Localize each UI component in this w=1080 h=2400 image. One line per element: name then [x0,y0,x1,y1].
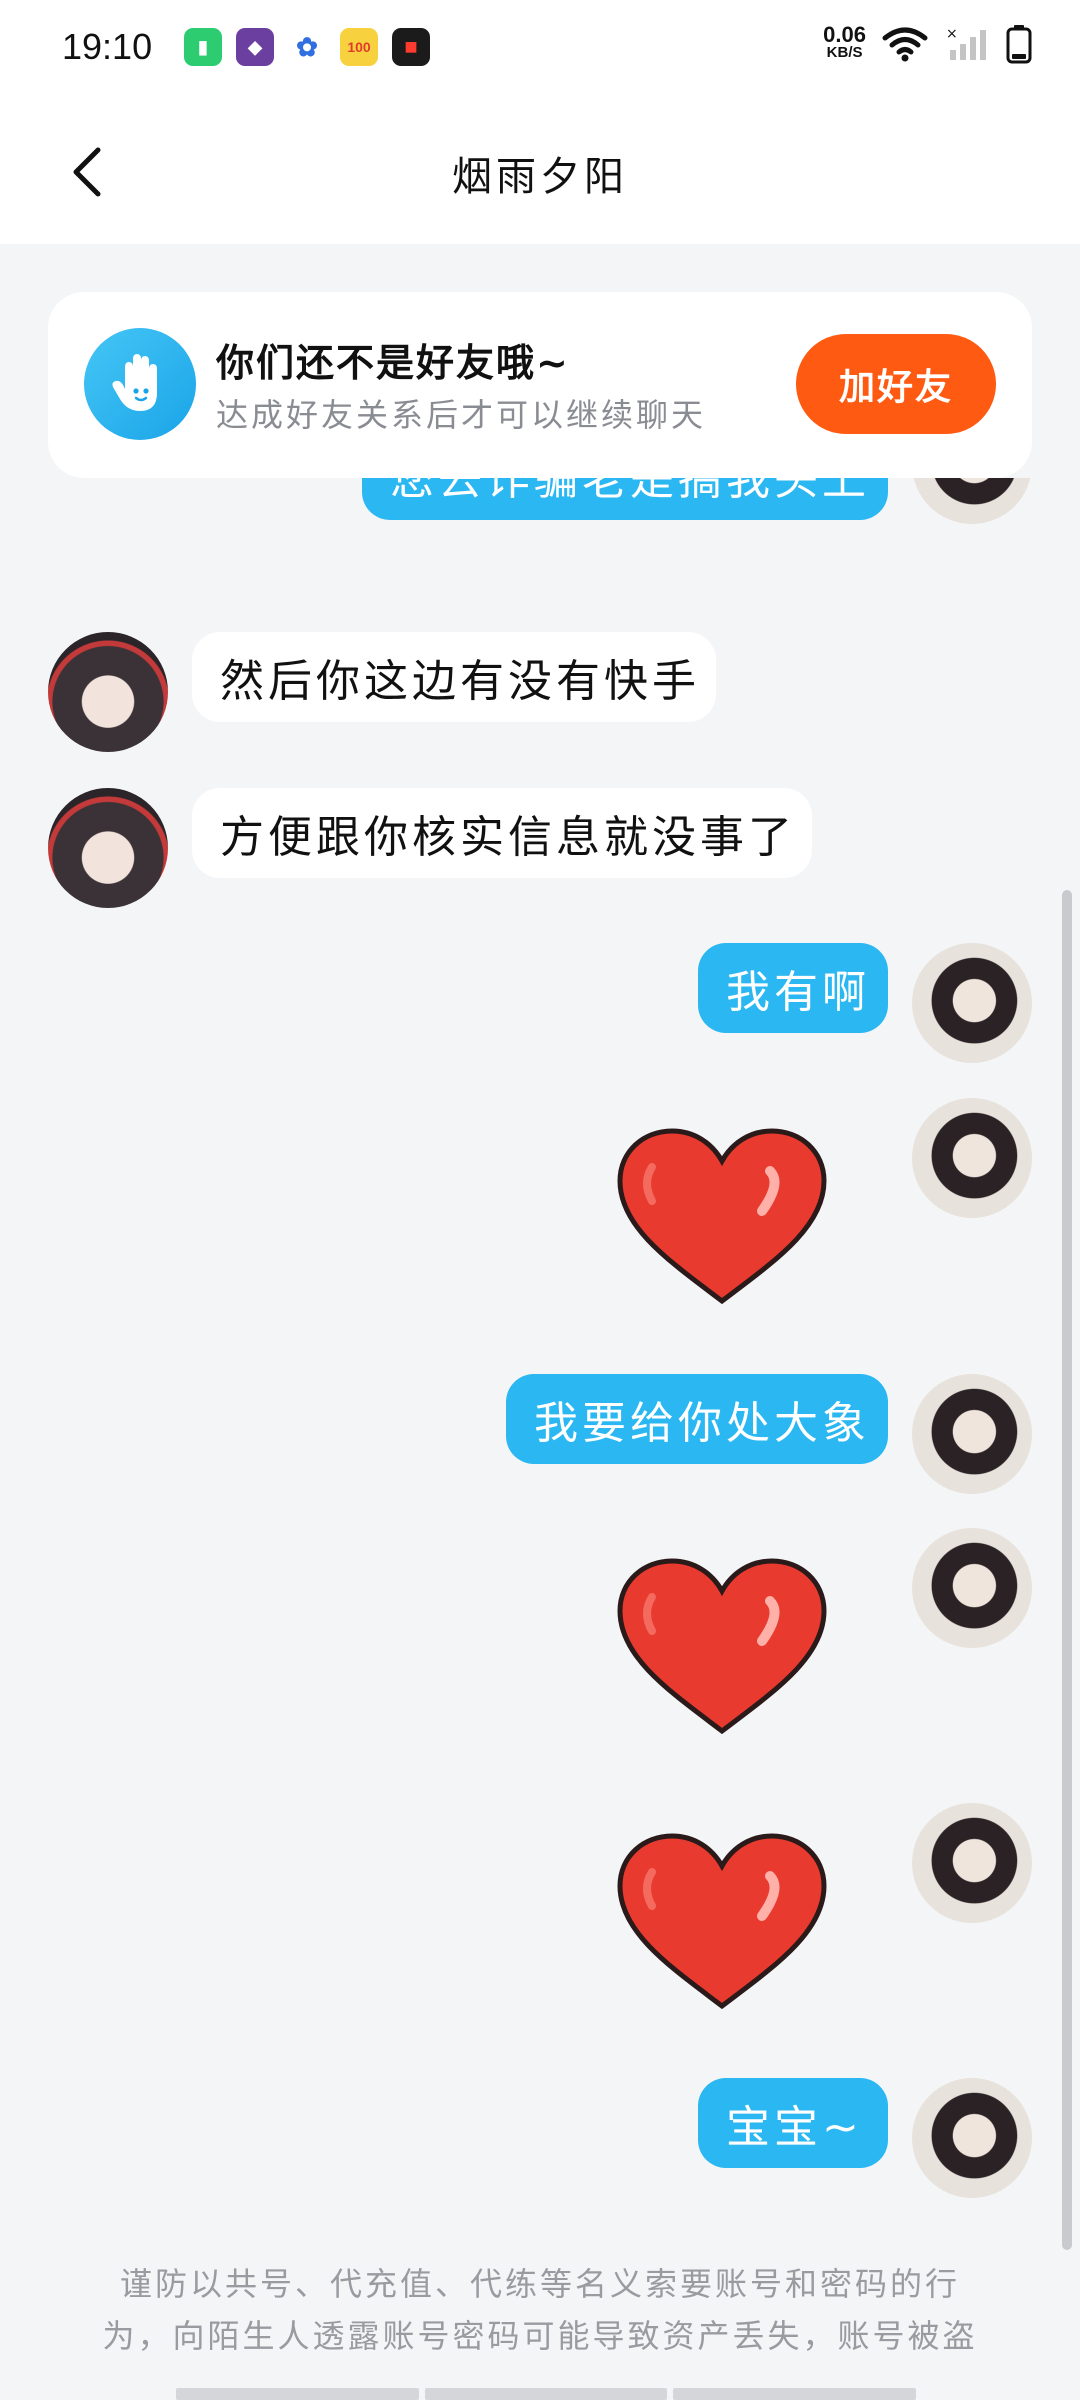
baidu-paw-icon: ✿ [288,28,326,66]
status-bar: 19:10 ▮ ◆ ✿ 100 ■ 0.06 KB/S × [0,0,1080,100]
add-friend-button[interactable]: 加好友 [796,334,996,434]
warning-line-1: 谨防以共号、代充值、代练等名义索要账号和密码的行 [119,2265,960,2303]
status-time: 19:10 [62,26,153,67]
avatar-self[interactable] [912,1098,1032,1218]
notification-icons: ▮ ◆ ✿ 100 ■ [184,28,430,66]
avatar-self[interactable] [912,2078,1032,2198]
avatar-self[interactable] [912,1803,1032,1923]
heart-icon[interactable] [612,1553,832,1743]
heart-icon[interactable] [612,1828,832,2018]
security-warning: 谨防以共号、代充值、代练等名义索要账号和密码的行 为，向陌生人透露账号密码可能导… [0,2258,1080,2362]
chat-header: 烟雨夕阳 [0,100,1080,244]
signal-icon: × [946,26,986,60]
avatar-self[interactable] [912,943,1032,1063]
bottom-panel-edge [176,2388,917,2400]
net-speed-value: 0.06 [823,22,866,47]
avatar-contact[interactable] [48,632,168,752]
video-recorder-icon: ■ [392,28,430,66]
message-bubble-sent[interactable]: 您去诈骗老是搞我头上 [362,478,888,520]
message-bubble-sent[interactable]: 我要给你处大象 [506,1374,888,1464]
net-speed: 0.06 KB/S [823,22,866,62]
warning-line-2: 为，向陌生人透露账号密码可能导致资产丢失，账号被盗 [102,2317,978,2355]
status-right: 0.06 KB/S × [823,24,1032,64]
avatar-self[interactable] [912,1528,1032,1648]
friend-notice-card: 你们还不是好友哦~ 达成好友关系后才可以继续聊天 加好友 [48,292,1032,478]
message-bubble-received[interactable]: 然后你这边有没有快手 [192,632,716,722]
battery-icon [1006,25,1032,64]
message-bubble-sent[interactable]: 宝宝~ [698,2078,888,2168]
chat-message-list[interactable]: 您去诈骗老是搞我头上 然后你这边有没有快手 方便跟你核实信息就没事了 我有啊 我… [0,478,1080,2258]
avatar-self[interactable] [912,1374,1032,1494]
game-app-icon: ◆ [236,28,274,66]
message-bubble-sent[interactable]: 我有啊 [698,943,888,1033]
notice-title: 你们还不是好友哦~ [216,341,570,385]
message-bubble-received[interactable]: 方便跟你核实信息就没事了 [192,788,812,878]
battery-app-icon: ▮ [184,28,222,66]
avatar-self[interactable] [912,478,1032,524]
page-title: 烟雨夕阳 [452,154,628,200]
avatar-contact[interactable] [48,788,168,908]
wifi-icon [882,27,928,62]
score-100-icon: 100 [340,28,378,66]
heart-icon[interactable] [612,1123,832,1313]
net-speed-unit: KB/S [826,44,863,61]
hand-wave-icon [84,328,196,440]
notice-subtitle: 达成好友关系后才可以继续聊天 [216,396,707,434]
svg-text:×: × [946,26,958,42]
scrollbar[interactable] [1062,890,1072,2250]
